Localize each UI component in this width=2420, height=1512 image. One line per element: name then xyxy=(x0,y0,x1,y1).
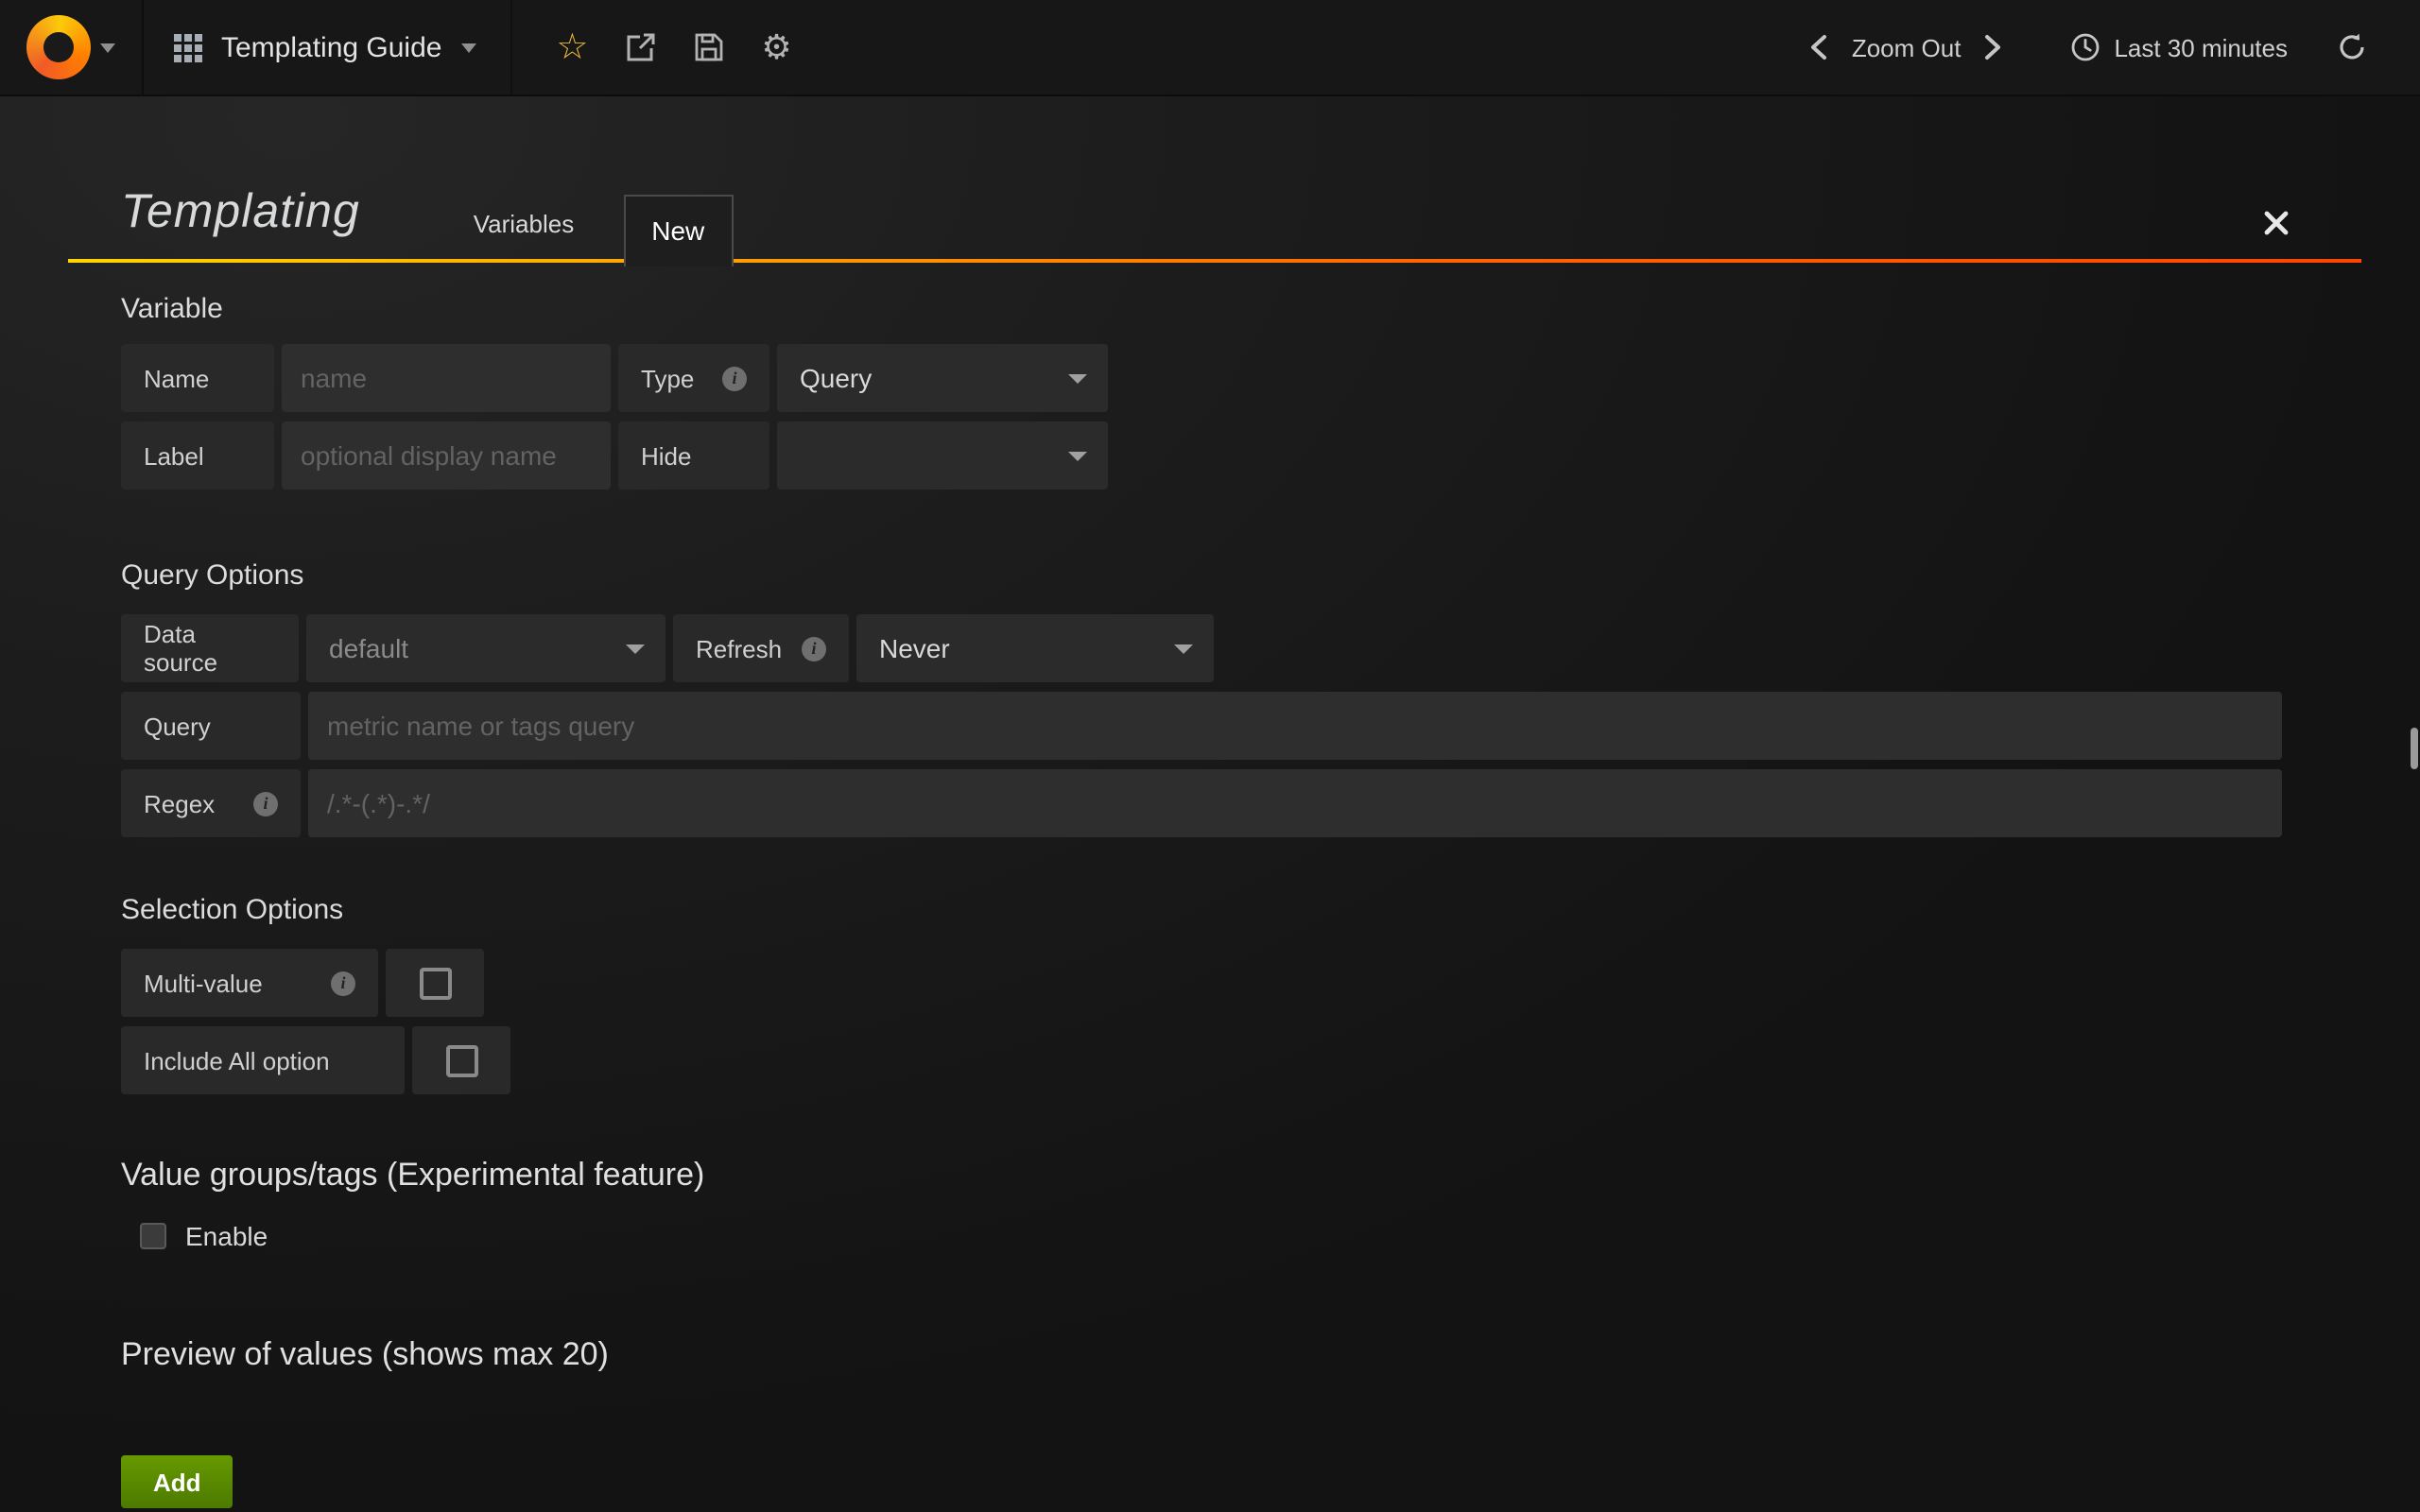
dashboard-grid-icon xyxy=(174,33,202,61)
caret-down-icon xyxy=(460,43,475,52)
page-title: Templating xyxy=(121,185,360,240)
checkbox-unchecked-icon xyxy=(419,967,451,999)
grafana-app: Templating Guide ☆ xyxy=(0,0,2420,1512)
data-source-select-value: default xyxy=(329,633,408,663)
dashboard-actions: ☆ ⚙ xyxy=(511,0,821,94)
chevron-right-icon xyxy=(1983,34,2002,60)
share-dashboard-button[interactable] xyxy=(606,0,674,95)
checkbox-unchecked-icon xyxy=(445,1044,477,1076)
variable-editor-form: Variable Name Type i Query Label Hide xyxy=(0,293,2420,1508)
tab-variables[interactable]: Variables xyxy=(466,210,581,263)
enable-tags-row: Enable xyxy=(121,1221,2420,1251)
regex-input[interactable] xyxy=(308,769,2282,837)
query-label: Query xyxy=(121,692,301,760)
refresh-select[interactable]: Never xyxy=(856,614,1214,682)
add-button[interactable]: Add xyxy=(121,1455,233,1508)
name-input[interactable] xyxy=(282,344,611,412)
include-all-row: Include All option xyxy=(121,1026,2420,1094)
caret-down-icon xyxy=(100,43,115,52)
top-navbar: Templating Guide ☆ xyxy=(0,0,2420,96)
include-all-label: Include All option xyxy=(121,1026,405,1094)
time-shift-back-button[interactable] xyxy=(1788,0,1852,95)
templating-editor-header: Templating Variables New xyxy=(68,96,2361,263)
multi-value-checkbox[interactable] xyxy=(386,949,484,1017)
multi-value-label: Multi-value i xyxy=(121,949,378,1017)
label-label: Label xyxy=(121,421,274,490)
grafana-logo-icon xyxy=(26,15,91,79)
variable-name-row: Name Type i Query xyxy=(121,344,2420,412)
chevron-down-icon xyxy=(1174,644,1193,654)
preview-heading: Preview of values (shows max 20) xyxy=(121,1336,2420,1374)
time-shift-forward-button[interactable] xyxy=(1961,0,2025,95)
save-dashboard-button[interactable] xyxy=(674,0,742,95)
multi-value-label-text: Multi-value xyxy=(144,969,263,997)
refresh-dashboard-button[interactable] xyxy=(2333,32,2371,62)
refresh-label-text: Refresh xyxy=(696,634,782,662)
hide-label: Hide xyxy=(618,421,769,490)
regex-label: Regex i xyxy=(121,769,301,837)
info-icon[interactable]: i xyxy=(253,791,278,816)
refresh-select-value: Never xyxy=(879,633,950,663)
info-icon[interactable]: i xyxy=(722,366,747,390)
grafana-menu-button[interactable] xyxy=(0,0,144,94)
regex-label-text: Regex xyxy=(144,789,215,817)
chevron-down-icon xyxy=(626,644,645,654)
time-range-label: Last 30 minutes xyxy=(2114,33,2288,61)
star-icon: ☆ xyxy=(556,29,588,65)
multi-value-row: Multi-value i xyxy=(121,949,2420,1017)
dashboard-settings-button[interactable]: ⚙ xyxy=(742,0,810,95)
time-range-picker[interactable]: Last 30 minutes xyxy=(2070,32,2288,62)
value-groups-heading: Value groups/tags (Experimental feature) xyxy=(121,1157,2420,1194)
refresh-icon xyxy=(2337,32,2367,62)
data-source-label: Data source xyxy=(121,614,299,682)
save-icon xyxy=(693,32,723,62)
close-editor-button[interactable] xyxy=(2263,210,2290,236)
query-options-heading: Query Options xyxy=(121,559,2420,592)
type-label: Type i xyxy=(618,344,769,412)
include-all-checkbox[interactable] xyxy=(412,1026,510,1094)
data-source-select[interactable]: default xyxy=(306,614,666,682)
enable-checkbox[interactable] xyxy=(140,1223,166,1249)
hide-select[interactable] xyxy=(777,421,1108,490)
query-row: Query xyxy=(121,692,2420,760)
datasource-refresh-row: Data source default Refresh i Never xyxy=(121,614,2420,682)
variable-section-heading: Variable xyxy=(121,293,2420,325)
chevron-down-icon xyxy=(1068,374,1087,384)
enable-label: Enable xyxy=(185,1221,268,1251)
refresh-label: Refresh i xyxy=(673,614,849,682)
query-input[interactable] xyxy=(308,692,2282,760)
tab-new[interactable]: New xyxy=(623,195,733,266)
selection-options-heading: Selection Options xyxy=(121,894,2420,926)
dashboard-title: Templating Guide xyxy=(221,31,441,63)
scrollbar-thumb[interactable] xyxy=(2411,728,2418,769)
name-label: Name xyxy=(121,344,274,412)
type-select[interactable]: Query xyxy=(777,344,1108,412)
editor-tabs: Variables New xyxy=(466,195,734,263)
dashboard-picker[interactable]: Templating Guide xyxy=(144,0,511,94)
clock-icon xyxy=(2070,32,2100,62)
gear-icon: ⚙ xyxy=(761,30,791,64)
variable-label-row: Label Hide xyxy=(121,421,2420,490)
share-icon xyxy=(624,31,656,63)
star-dashboard-button[interactable]: ☆ xyxy=(538,0,606,95)
chevron-down-icon xyxy=(1068,452,1087,461)
zoom-out-button[interactable]: Zoom Out xyxy=(1852,33,1962,61)
type-select-value: Query xyxy=(800,363,872,393)
info-icon[interactable]: i xyxy=(802,636,826,661)
chevron-left-icon xyxy=(1810,34,1829,60)
info-icon[interactable]: i xyxy=(331,971,355,995)
close-icon xyxy=(2263,210,2290,236)
type-label-text: Type xyxy=(641,364,694,392)
label-input[interactable] xyxy=(282,421,611,490)
time-controls: Zoom Out Last 30 minutes xyxy=(1788,0,2420,94)
regex-row: Regex i xyxy=(121,769,2420,837)
